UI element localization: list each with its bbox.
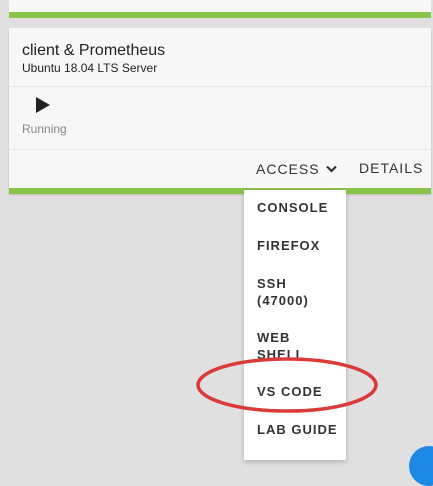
access-button-label: ACCESS bbox=[256, 161, 320, 177]
chat-fab-button[interactable] bbox=[409, 446, 433, 486]
menu-item-vs-code[interactable]: VS CODE bbox=[257, 383, 341, 400]
vm-title: client & Prometheus bbox=[22, 42, 166, 59]
menu-item-firefox[interactable]: FIREFOX bbox=[257, 237, 341, 254]
vm-subtitle: Ubuntu 18.04 LTS Server bbox=[22, 61, 158, 75]
chevron-down-icon bbox=[325, 165, 337, 173]
vm-status-section: Running bbox=[9, 87, 431, 150]
menu-item-lab-guide[interactable]: LAB GUIDE bbox=[257, 421, 341, 438]
menu-item-ssh[interactable]: SSH (47000) bbox=[257, 275, 341, 309]
vm-status-label: Running bbox=[22, 122, 67, 136]
details-button[interactable]: DETAILS bbox=[359, 160, 423, 178]
vm-card-header: client & Prometheus Ubuntu 18.04 LTS Ser… bbox=[9, 28, 431, 87]
vm-card-actions: ACCESS DETAILS bbox=[9, 150, 431, 188]
access-dropdown-menu: CONSOLE FIREFOX SSH (47000) WEB SHELL VS… bbox=[244, 190, 346, 460]
previous-vm-card bbox=[9, 0, 431, 18]
play-icon[interactable] bbox=[35, 97, 51, 113]
vm-card: client & Prometheus Ubuntu 18.04 LTS Ser… bbox=[9, 28, 431, 194]
menu-item-console[interactable]: CONSOLE bbox=[257, 199, 341, 216]
access-button[interactable]: ACCESS bbox=[256, 160, 337, 178]
menu-item-web-shell[interactable]: WEB SHELL bbox=[257, 329, 341, 363]
